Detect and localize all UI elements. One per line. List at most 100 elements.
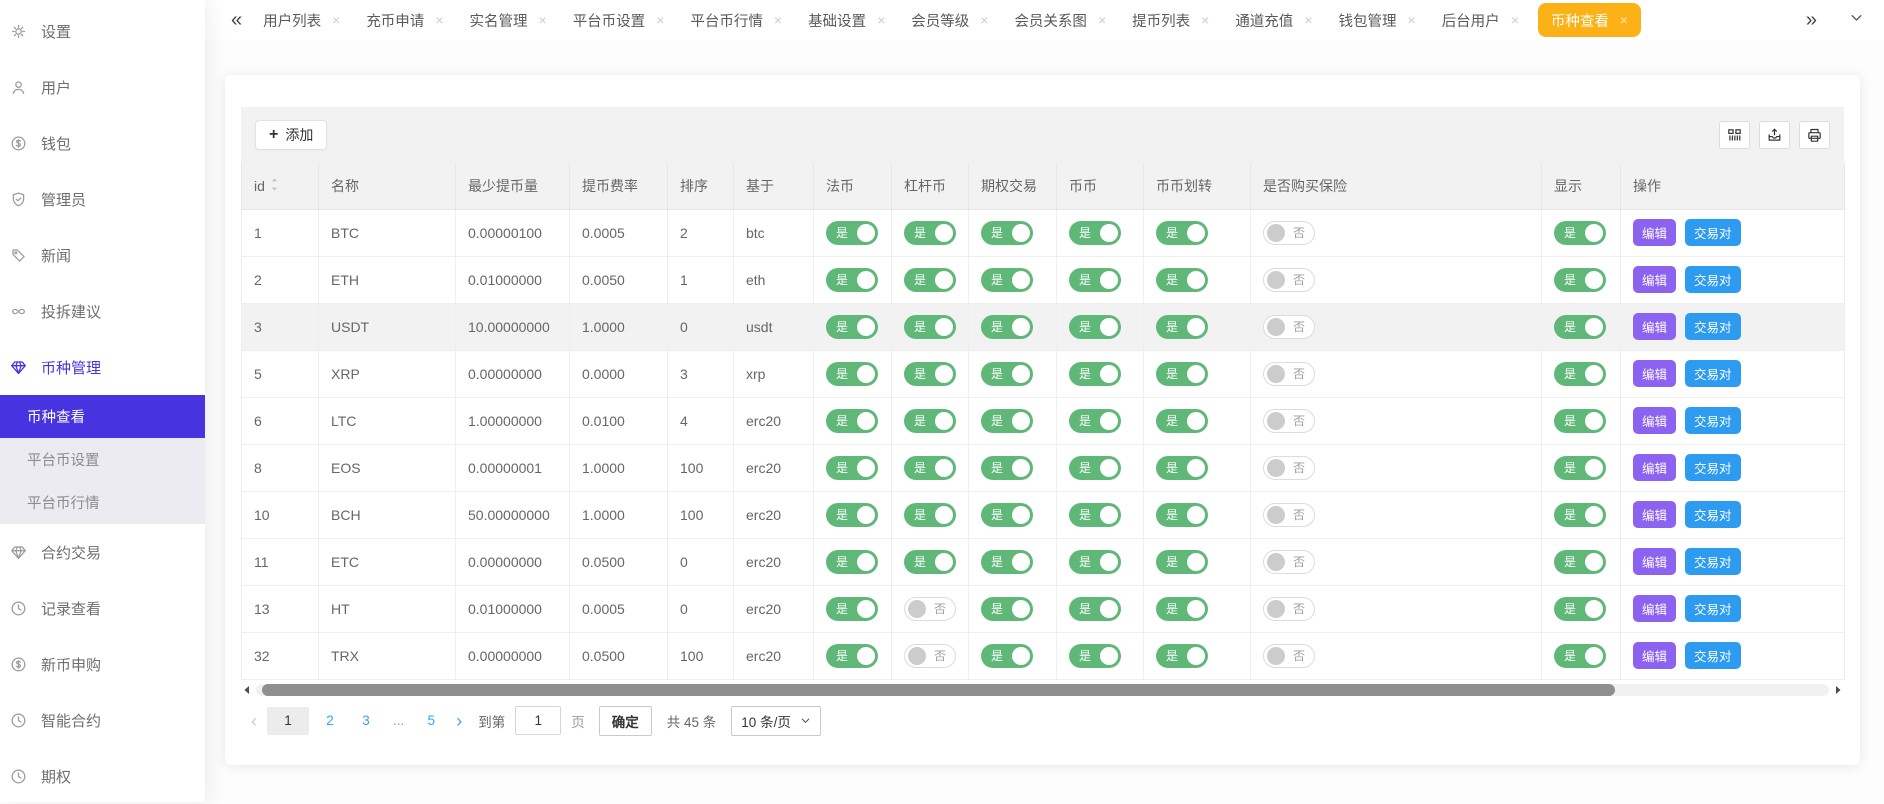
sidebar-item-contract-trade[interactable]: 合约交易 — [0, 524, 205, 580]
transfer-toggle[interactable]: 是 — [1156, 503, 1208, 527]
scroll-left-icon[interactable] — [241, 684, 253, 696]
fiat-toggle[interactable]: 是 — [826, 456, 878, 480]
sidebar-item-options[interactable]: 期权 — [0, 748, 205, 804]
tab-item[interactable]: 平台币设置× — [560, 0, 678, 40]
coin-toggle[interactable]: 是 — [1069, 315, 1121, 339]
add-button[interactable]: + 添加 — [255, 120, 327, 150]
insurance-toggle[interactable]: 否 — [1263, 362, 1315, 386]
trading-pair-button[interactable]: 交易对 — [1685, 548, 1741, 575]
columns-filter-button[interactable] — [1719, 121, 1750, 149]
transfer-toggle[interactable]: 是 — [1156, 221, 1208, 245]
close-tab-icon[interactable]: × — [539, 13, 547, 27]
tab-item[interactable]: 提币列表× — [1119, 0, 1222, 40]
sidebar-item-users[interactable]: 用户 — [0, 59, 205, 115]
sidebar-item-smart-contract[interactable]: 智能合约 — [0, 692, 205, 748]
expand-tabs-icon[interactable]: » — [1806, 10, 1817, 30]
confirm-button[interactable]: 确定 — [599, 706, 652, 736]
coin-toggle[interactable]: 是 — [1069, 268, 1121, 292]
coin-toggle[interactable]: 是 — [1069, 409, 1121, 433]
export-button[interactable] — [1759, 121, 1790, 149]
sidebar-item-admin[interactable]: 管理员 — [0, 171, 205, 227]
tab-item[interactable]: 平台币行情× — [677, 0, 795, 40]
option-toggle[interactable]: 是 — [981, 268, 1033, 292]
edit-button[interactable]: 编辑 — [1633, 219, 1676, 246]
fiat-toggle[interactable]: 是 — [826, 644, 878, 668]
option-toggle[interactable]: 是 — [981, 597, 1033, 621]
page-number[interactable]: 1 — [267, 707, 309, 735]
page-number[interactable]: 5 — [416, 707, 446, 735]
trading-pair-button[interactable]: 交易对 — [1685, 266, 1741, 293]
show-toggle[interactable]: 是 — [1554, 221, 1606, 245]
insurance-toggle[interactable]: 否 — [1263, 409, 1315, 433]
show-toggle[interactable]: 是 — [1554, 315, 1606, 339]
column-header-id[interactable]: id — [242, 163, 319, 209]
coin-toggle[interactable]: 是 — [1069, 362, 1121, 386]
lever-toggle[interactable]: 是 — [904, 362, 956, 386]
close-tab-icon[interactable]: × — [1408, 13, 1416, 27]
horizontal-scrollbar[interactable] — [241, 683, 1844, 697]
transfer-toggle[interactable]: 是 — [1156, 362, 1208, 386]
next-page-icon[interactable]: › — [446, 712, 472, 730]
edit-button[interactable]: 编辑 — [1633, 407, 1676, 434]
coin-toggle[interactable]: 是 — [1069, 550, 1121, 574]
show-toggle[interactable]: 是 — [1554, 409, 1606, 433]
trading-pair-button[interactable]: 交易对 — [1685, 407, 1741, 434]
tab-item[interactable]: 后台用户× — [1429, 0, 1532, 40]
lever-toggle[interactable]: 是 — [904, 550, 956, 574]
tab-item[interactable]: 会员等级× — [898, 0, 1001, 40]
tab-item[interactable]: 基础设置× — [795, 0, 898, 40]
lever-toggle[interactable]: 是 — [904, 315, 956, 339]
sidebar-subitem-coin-view[interactable]: 币种查看 — [0, 395, 205, 438]
close-tab-icon[interactable]: × — [332, 13, 340, 27]
edit-button[interactable]: 编辑 — [1633, 642, 1676, 669]
trading-pair-button[interactable]: 交易对 — [1685, 360, 1741, 387]
sidebar-subitem-platform-coin-settings[interactable]: 平台币设置 — [0, 438, 205, 481]
fiat-toggle[interactable]: 是 — [826, 268, 878, 292]
option-toggle[interactable]: 是 — [981, 456, 1033, 480]
transfer-toggle[interactable]: 是 — [1156, 409, 1208, 433]
show-toggle[interactable]: 是 — [1554, 644, 1606, 668]
transfer-toggle[interactable]: 是 — [1156, 315, 1208, 339]
insurance-toggle[interactable]: 否 — [1263, 315, 1315, 339]
tab-item[interactable]: 钱包管理× — [1326, 0, 1429, 40]
fiat-toggle[interactable]: 是 — [826, 315, 878, 339]
trading-pair-button[interactable]: 交易对 — [1685, 313, 1741, 340]
tab-item[interactable]: 充币申请× — [353, 0, 456, 40]
transfer-toggle[interactable]: 是 — [1156, 644, 1208, 668]
trading-pair-button[interactable]: 交易对 — [1685, 501, 1741, 528]
lever-toggle[interactable]: 是 — [904, 456, 956, 480]
show-toggle[interactable]: 是 — [1554, 456, 1606, 480]
transfer-toggle[interactable]: 是 — [1156, 456, 1208, 480]
sidebar-item-feedback[interactable]: 投拆建议 — [0, 283, 205, 339]
close-tab-icon[interactable]: × — [877, 13, 885, 27]
edit-button[interactable]: 编辑 — [1633, 360, 1676, 387]
show-toggle[interactable]: 是 — [1554, 268, 1606, 292]
insurance-toggle[interactable]: 否 — [1263, 644, 1315, 668]
show-toggle[interactable]: 是 — [1554, 550, 1606, 574]
option-toggle[interactable]: 是 — [981, 644, 1033, 668]
coin-toggle[interactable]: 是 — [1069, 456, 1121, 480]
page-number[interactable]: 3 — [351, 707, 381, 735]
page-number[interactable]: 2 — [315, 707, 345, 735]
tab-item[interactable]: 币种查看× — [1538, 3, 1641, 37]
trading-pair-button[interactable]: 交易对 — [1685, 642, 1741, 669]
fiat-toggle[interactable]: 是 — [826, 503, 878, 527]
transfer-toggle[interactable]: 是 — [1156, 268, 1208, 292]
tab-menu-chevron-down-icon[interactable] — [1849, 10, 1864, 30]
insurance-toggle[interactable]: 否 — [1263, 550, 1315, 574]
fiat-toggle[interactable]: 是 — [826, 409, 878, 433]
lever-toggle[interactable]: 是 — [904, 409, 956, 433]
insurance-toggle[interactable]: 否 — [1263, 503, 1315, 527]
lever-toggle[interactable]: 是 — [904, 221, 956, 245]
fiat-toggle[interactable]: 是 — [826, 597, 878, 621]
edit-button[interactable]: 编辑 — [1633, 454, 1676, 481]
fiat-toggle[interactable]: 是 — [826, 221, 878, 245]
trading-pair-button[interactable]: 交易对 — [1685, 595, 1741, 622]
tab-item[interactable]: 用户列表× — [250, 0, 353, 40]
fiat-toggle[interactable]: 是 — [826, 362, 878, 386]
option-toggle[interactable]: 是 — [981, 409, 1033, 433]
option-toggle[interactable]: 是 — [981, 315, 1033, 339]
lever-toggle[interactable]: 是 — [904, 268, 956, 292]
edit-button[interactable]: 编辑 — [1633, 266, 1676, 293]
option-toggle[interactable]: 是 — [981, 503, 1033, 527]
